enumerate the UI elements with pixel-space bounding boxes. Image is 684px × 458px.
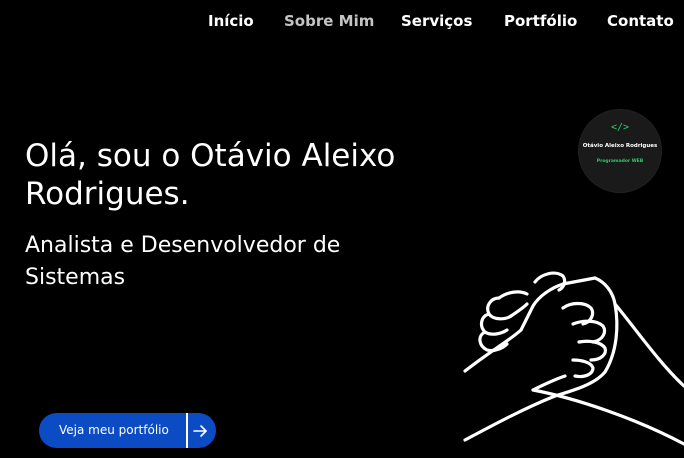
portfolio-cta-button[interactable]: Veja meu portfólio [39,413,216,448]
nav-item-servicos[interactable]: Serviços [401,12,472,30]
nav-item-contato[interactable]: Contato [607,12,674,30]
handshake-icon [463,271,684,446]
nav-item-inicio[interactable]: Início [208,12,254,30]
code-icon: </> [610,122,630,133]
top-navigation: Início Sobre Mim Serviços Portfólio Cont… [0,12,684,32]
badge-role: Programador WEB [596,159,644,164]
badge-name: Otávio Aleixo Rodrigues [582,143,658,149]
nav-item-portfolio[interactable]: Portfólio [504,12,577,30]
cta-divider [186,413,188,448]
arrow-right-icon [193,425,207,437]
hero-title: Olá, sou o Otávio Aleixo Rodrigues. [25,138,396,212]
landing-page: Início Sobre Mim Serviços Portfólio Cont… [0,0,684,458]
nav-item-sobre-mim[interactable]: Sobre Mim [284,12,374,30]
hero-subtitle: Analista e Desenvolvedor de Sistemas [25,233,341,290]
profile-badge: </> Otávio Aleixo Rodrigues Programador … [579,110,661,192]
cta-label: Veja meu portfólio [59,423,169,437]
